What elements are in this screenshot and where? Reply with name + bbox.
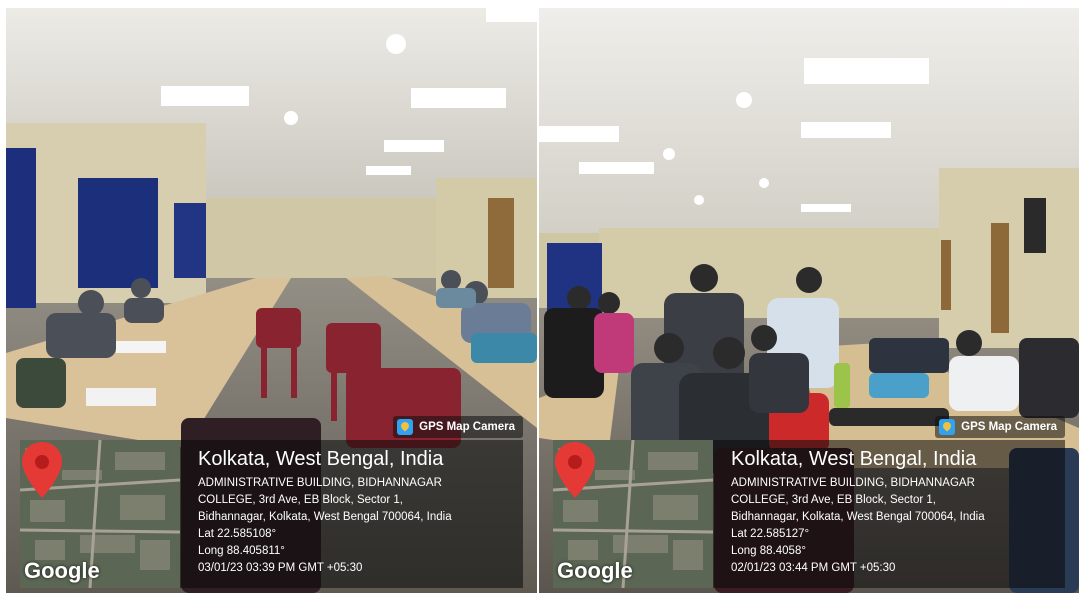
satellite-map-thumbnail: Google (20, 440, 180, 588)
gps-map-camera-badge: GPS Map Camera (935, 416, 1065, 438)
google-logo: Google (24, 558, 100, 583)
address-line-2: COLLEGE, 3rd Ave, EB Block, Sector 1, (198, 494, 403, 506)
gps-badge-label: GPS Map Camera (961, 421, 1057, 433)
address-line-3: Bidhannagar, Kolkata, West Bengal 700064… (731, 511, 985, 523)
latitude: Lat 22.585108° (198, 528, 277, 540)
latitude: Lat 22.585127° (731, 528, 810, 540)
address-line-3: Bidhannagar, Kolkata, West Bengal 700064… (198, 511, 452, 523)
map-pin-icon (22, 442, 62, 498)
gps-badge-label: GPS Map Camera (419, 421, 515, 433)
address-line-1: ADMINISTRATIVE BUILDING, BIDHANNAGAR (198, 477, 442, 489)
map-pin-icon (555, 442, 595, 498)
location-title: Kolkata, West Bengal, India (731, 448, 977, 470)
longitude: Long 88.405811° (198, 545, 285, 557)
location-info-panel: Kolkata, West Bengal, India ADMINISTRATI… (713, 440, 1065, 588)
photo-right: GPS Map Camera Google Kolkata, West Beng… (539, 8, 1079, 593)
gps-map-camera-icon (939, 419, 956, 435)
gps-map-camera-icon (397, 419, 414, 435)
location-info-panel: Kolkata, West Bengal, India ADMINISTRATI… (180, 440, 523, 588)
google-logo: Google (557, 558, 633, 583)
address-line-2: COLLEGE, 3rd Ave, EB Block, Sector 1, (731, 494, 936, 506)
address-line-1: ADMINISTRATIVE BUILDING, BIDHANNAGAR (731, 477, 975, 489)
longitude: Long 88.4058° (731, 545, 806, 557)
timestamp: 02/01/23 03:44 PM GMT +05:30 (731, 562, 896, 574)
location-title: Kolkata, West Bengal, India (198, 448, 444, 470)
timestamp: 03/01/23 03:39 PM GMT +05:30 (198, 562, 363, 574)
photo-left: GPS Map Camera Google Kolkata, West Beng… (6, 8, 537, 593)
gps-map-camera-badge: GPS Map Camera (393, 416, 523, 438)
satellite-map-thumbnail: Google (553, 440, 713, 588)
